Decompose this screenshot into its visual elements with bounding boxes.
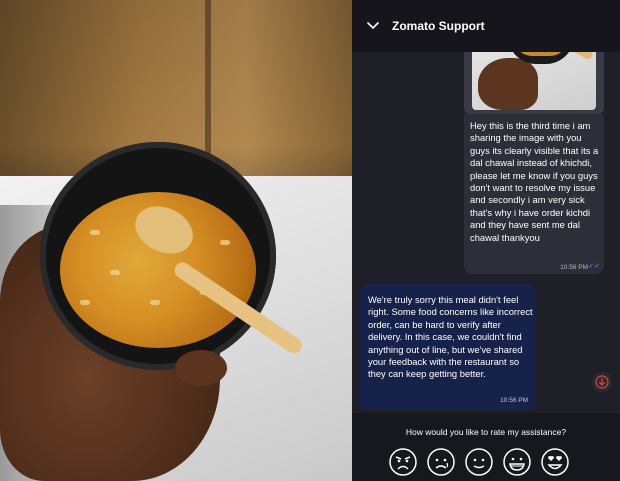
chat-panel: Zomato Support Hey this is the third tim… (352, 0, 620, 481)
scroll-down-button[interactable] (592, 372, 612, 392)
chat-title: Zomato Support (392, 19, 485, 33)
read-ticks-icon: ✓✓ (588, 263, 600, 270)
arrow-down-icon (595, 375, 609, 389)
sent-image (472, 44, 596, 110)
chat-header: Zomato Support (352, 0, 620, 52)
sent-image-hand (478, 58, 538, 110)
happy-face-icon[interactable] (502, 447, 532, 477)
outgoing-message[interactable]: Hey this is the third time i am sharing … (464, 114, 604, 274)
rice-grain (150, 300, 160, 305)
rice-grain (90, 230, 100, 235)
chevron-down-icon[interactable] (366, 19, 380, 33)
rice-grain (110, 270, 120, 275)
thumb (175, 350, 227, 386)
outgoing-message-text: Hey this is the third time i am sharing … (470, 120, 601, 243)
sent-image-bubble[interactable] (464, 44, 604, 114)
incoming-message-time: 10:56 PM (500, 397, 528, 404)
rating-faces (388, 447, 608, 481)
angry-face-icon[interactable] (388, 447, 418, 477)
food-photo (0, 0, 352, 481)
neutral-face-icon[interactable] (464, 447, 494, 477)
incoming-message[interactable]: We're truly sorry this meal didn't feel … (360, 284, 536, 410)
rice-grain (80, 300, 90, 305)
outgoing-message-time: 10:56 PM (560, 264, 588, 271)
rice-grain (220, 240, 230, 245)
sad-face-icon[interactable] (426, 447, 456, 477)
heart-eyes-face-icon[interactable] (540, 447, 570, 477)
screenshot: Zomato Support Hey this is the third tim… (0, 0, 620, 481)
rating-question: How would you like to rate my assistance… (405, 427, 567, 437)
rating-area: How would you like to rate my assistance… (352, 413, 620, 481)
incoming-message-text: We're truly sorry this meal didn't feel … (368, 294, 536, 380)
